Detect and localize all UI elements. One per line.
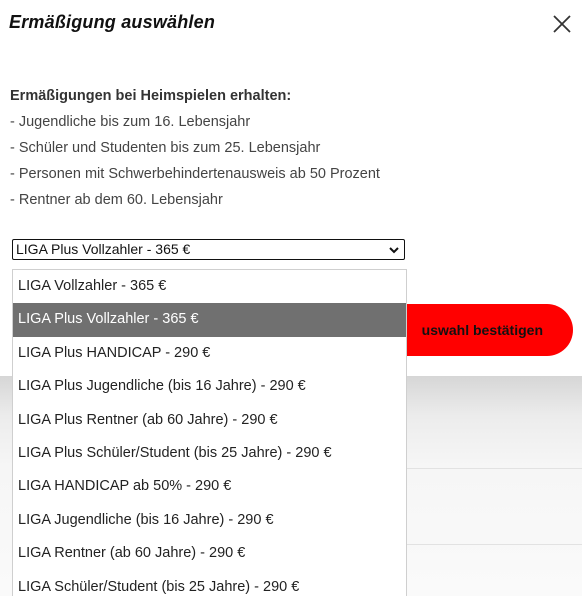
- chevron-down-icon: [389, 247, 399, 254]
- option-liga-jugendliche[interactable]: LIGA Jugendliche (bis 16 Jahre) - 290 €: [13, 504, 406, 537]
- divider: [405, 468, 582, 469]
- info-item: - Jugendliche bis zum 16. Lebensjahr: [10, 114, 251, 130]
- select-value: LIGA Plus Vollzahler - 365 €: [16, 241, 191, 257]
- option-liga-plus-handicap[interactable]: LIGA Plus HANDICAP - 290 €: [13, 337, 406, 370]
- option-liga-handicap[interactable]: LIGA HANDICAP ab 50% - 290 €: [13, 470, 406, 503]
- info-item: - Rentner ab dem 60. Lebensjahr: [10, 192, 223, 208]
- option-liga-plus-jugendliche[interactable]: LIGA Plus Jugendliche (bis 16 Jahre) - 2…: [13, 370, 406, 403]
- discount-modal: Ermäßigung auswählen Ermäßigungen bei He…: [0, 0, 582, 596]
- option-liga-rentner[interactable]: LIGA Rentner (ab 60 Jahre) - 290 €: [13, 537, 406, 570]
- info-heading: Ermäßigungen bei Heimspielen erhalten:: [10, 88, 292, 104]
- close-icon[interactable]: [552, 14, 572, 34]
- option-liga-plus-schueler-student[interactable]: LIGA Plus Schüler/Student (bis 25 Jahre)…: [13, 437, 406, 470]
- discount-select[interactable]: LIGA Plus Vollzahler - 365 €: [12, 239, 405, 260]
- info-item: - Personen mit Schwerbehindertenausweis …: [10, 166, 380, 182]
- modal-title: Ermäßigung auswählen: [9, 12, 216, 32]
- discount-info: Ermäßigungen bei Heimspielen erhalten: -…: [10, 83, 380, 213]
- option-liga-vollzahler[interactable]: LIGA Vollzahler - 365 €: [13, 270, 406, 303]
- discount-options-list: LIGA Vollzahler - 365 € LIGA Plus Vollza…: [12, 269, 407, 596]
- info-item: - Schüler und Studenten bis zum 25. Lebe…: [10, 140, 321, 156]
- option-liga-plus-vollzahler[interactable]: LIGA Plus Vollzahler - 365 €: [13, 303, 406, 337]
- option-liga-schueler-student[interactable]: LIGA Schüler/Student (bis 25 Jahre) - 29…: [13, 571, 406, 596]
- divider: [405, 544, 582, 545]
- option-liga-plus-rentner[interactable]: LIGA Plus Rentner (ab 60 Jahre) - 290 €: [13, 404, 406, 437]
